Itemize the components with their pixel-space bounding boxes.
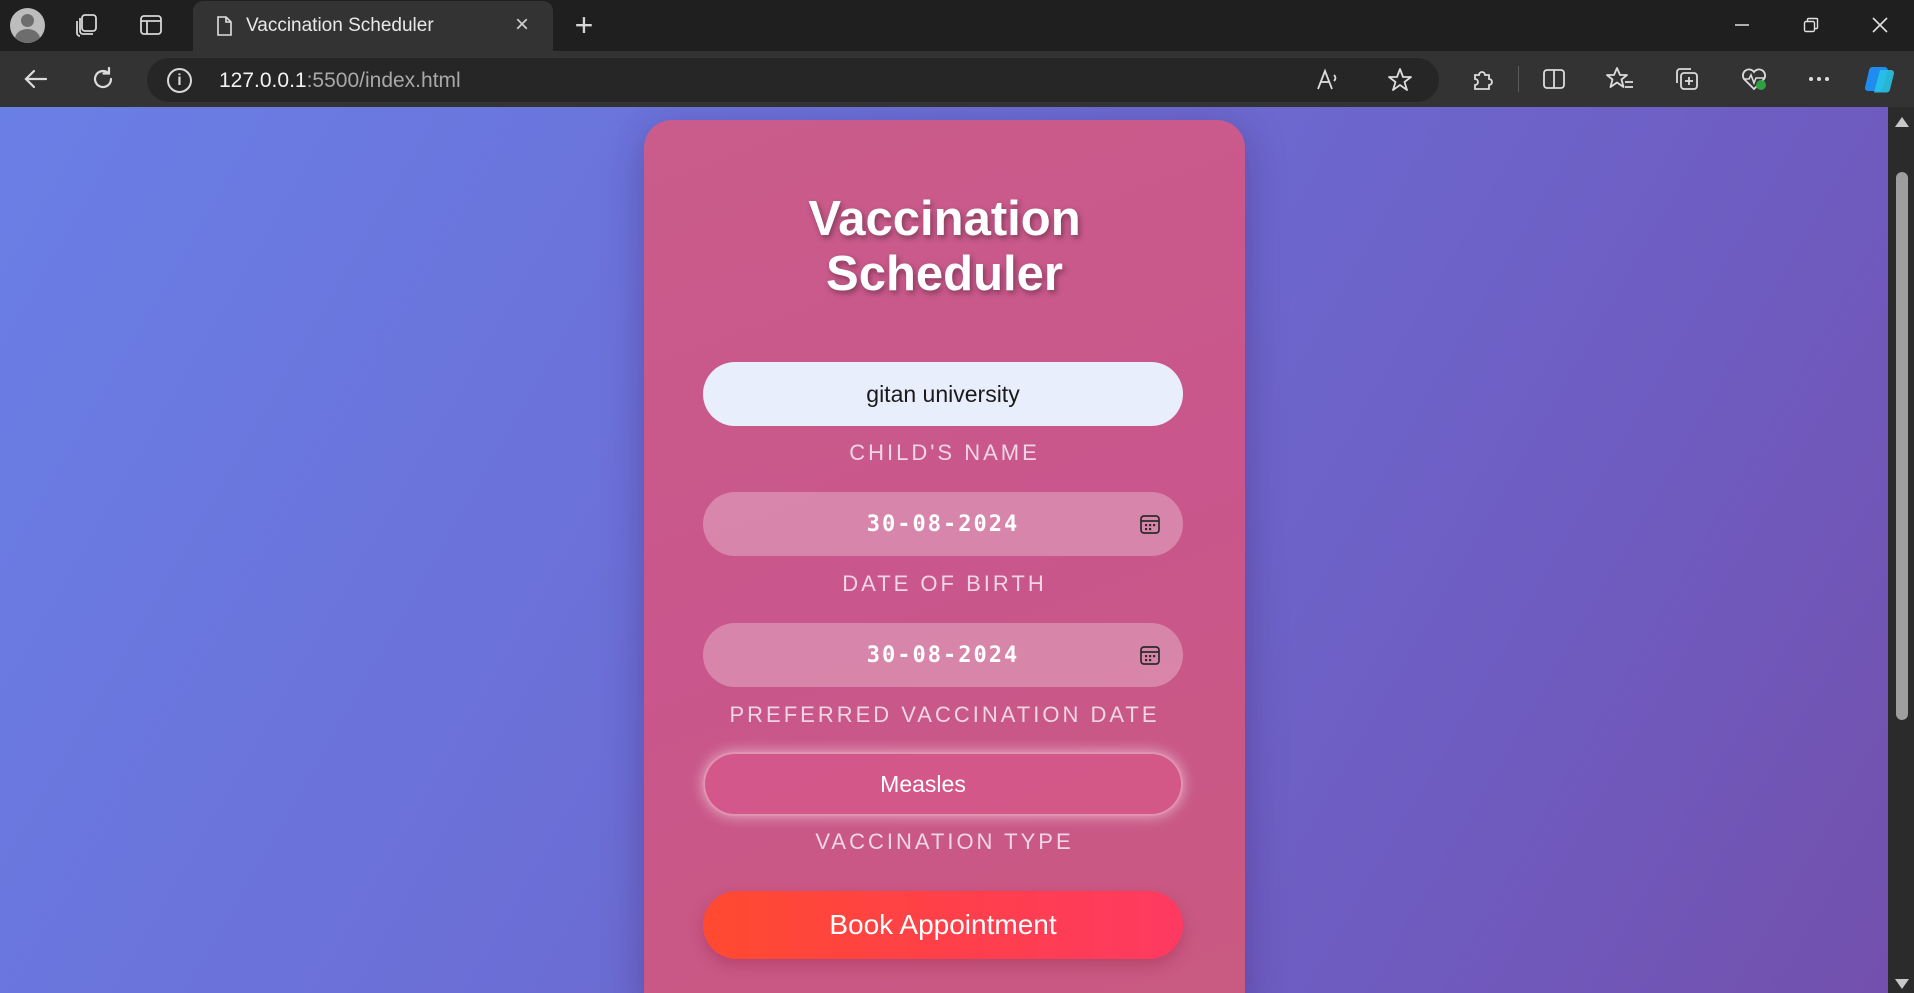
title-line-1: Vaccination [808, 192, 1081, 246]
more-icon[interactable] [1801, 61, 1837, 97]
info-icon[interactable]: i [167, 68, 192, 93]
active-tab[interactable]: Vaccination Scheduler × [193, 1, 553, 51]
vaccination-type-label: VACCINATION TYPE [815, 829, 1074, 854]
tab-title: Vaccination Scheduler [246, 15, 434, 36]
child-name-value: gitan university [866, 380, 1020, 407]
page-icon [217, 16, 232, 36]
scroll-down-arrow-icon[interactable] [1895, 979, 1909, 989]
copilot-icon[interactable] [1863, 61, 1899, 97]
minimize-icon[interactable] [1724, 8, 1760, 44]
refresh-icon[interactable] [85, 61, 121, 97]
tab-strip: Vaccination Scheduler × + [0, 0, 1914, 51]
child-name-input[interactable]: gitan university [703, 362, 1183, 426]
calendar-icon[interactable] [1139, 513, 1161, 535]
page-title: Vaccination Scheduler [644, 192, 1245, 302]
preferred-date-label: PREFERRED VACCINATION DATE [729, 702, 1160, 727]
toolbar-divider [1518, 66, 1519, 92]
favorite-star-icon[interactable] [1382, 62, 1418, 98]
date-of-birth-label: DATE OF BIRTH [842, 571, 1047, 596]
date-of-birth-value: 30-08-2024 [866, 511, 1020, 537]
book-appointment-button[interactable]: Book Appointment [703, 891, 1183, 959]
tab-actions-icon[interactable] [134, 8, 168, 42]
collections-icon[interactable] [1669, 61, 1705, 97]
back-icon[interactable] [18, 61, 54, 97]
calendar-icon[interactable] [1139, 644, 1161, 666]
vertical-scrollbar[interactable] [1888, 107, 1914, 993]
child-name-label: CHILD'S NAME [849, 440, 1040, 465]
preferred-date-value: 30-08-2024 [866, 642, 1020, 668]
url-host: 127.0.0.1 [219, 69, 307, 92]
date-of-birth-input[interactable]: 30-08-2024 [703, 492, 1183, 556]
window-close-icon[interactable] [1862, 8, 1898, 44]
scheduler-card: Vaccination Scheduler gitan university CH… [644, 120, 1245, 993]
scrollbar-thumb[interactable] [1896, 172, 1908, 720]
extensions-icon[interactable] [1465, 61, 1501, 97]
browser-essentials-icon[interactable] [1736, 61, 1772, 97]
new-tab-icon[interactable]: + [566, 8, 602, 44]
url-path: :5500/index.html [306, 69, 461, 92]
vaccination-type-select[interactable]: Measles [703, 752, 1183, 816]
workspaces-icon[interactable] [70, 8, 104, 42]
favorites-icon[interactable] [1602, 61, 1638, 97]
split-screen-icon[interactable] [1536, 61, 1572, 97]
page-viewport: Vaccination Scheduler gitan university CH… [0, 107, 1888, 993]
address-bar[interactable]: i 127.0.0.1:5500/index.html [147, 58, 1439, 102]
navigation-toolbar: i 127.0.0.1:5500/index.html [0, 51, 1914, 107]
url-text[interactable]: 127.0.0.1:5500/index.html [219, 69, 461, 93]
restore-icon[interactable] [1793, 8, 1829, 44]
scroll-up-arrow-icon[interactable] [1895, 117, 1909, 127]
title-line-2: Scheduler [826, 247, 1063, 301]
close-icon[interactable]: × [511, 13, 533, 37]
vaccination-type-value: Measles [880, 770, 966, 797]
preferred-date-input[interactable]: 30-08-2024 [703, 623, 1183, 687]
read-aloud-icon[interactable] [1310, 62, 1346, 98]
profile-icon[interactable] [10, 8, 45, 43]
